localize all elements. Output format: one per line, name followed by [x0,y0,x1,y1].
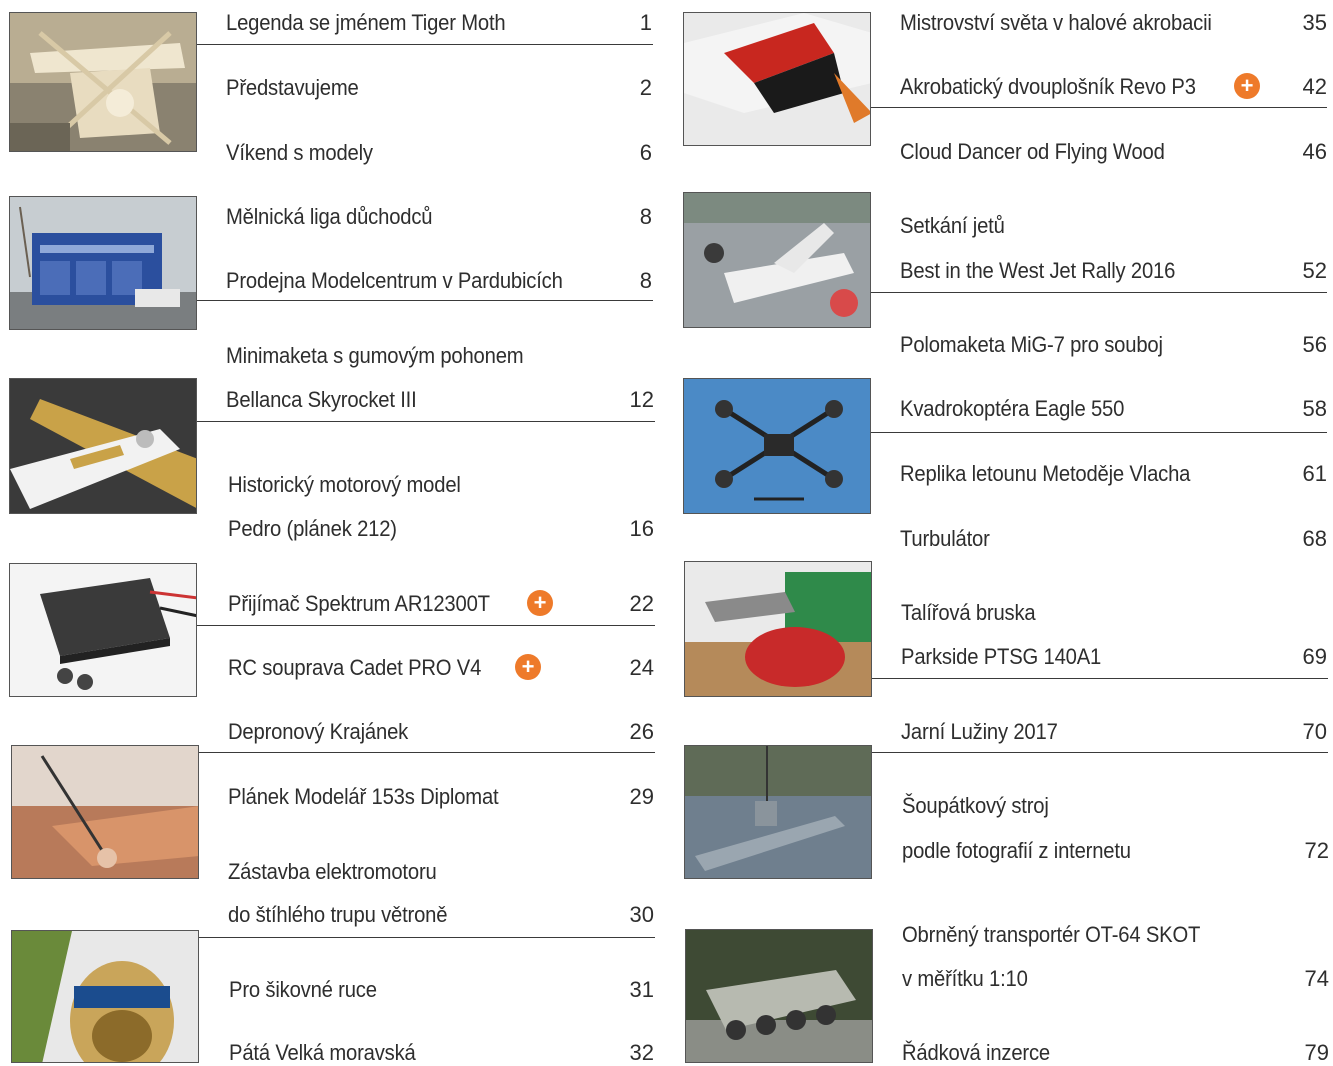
tiger-moth-photo [9,12,197,152]
toc-page-number: 31 [629,977,654,1002]
divider [197,625,655,626]
toc-entry-title[interactable]: Replika letounu Metoděje Vlacha [900,461,1190,487]
divider [872,752,1328,753]
toc-page-number: 26 [629,719,654,744]
toc-page-number: 16 [629,516,654,541]
submarine-model-photo [684,745,872,879]
toc-entry-title[interactable]: Kvadrokoptéra Eagle 550 [900,396,1124,422]
toc-entry-title[interactable]: Parkside PTSG 140A1 [901,644,1101,670]
toc-page-number: 12 [629,387,654,412]
toc-page-number: 42 [1302,74,1327,99]
toc-entry-title[interactable]: Polomaketa MiG-7 pro souboj [900,332,1163,358]
divider [199,752,655,753]
toc-page-number: 58 [1302,396,1327,421]
toc-entry-title[interactable]: Minimaketa s gumovým pohonem [226,343,524,369]
toc-entry-title[interactable]: Jarní Lužiny 2017 [901,719,1058,745]
toc-entry-title[interactable]: Depronový Krajánek [228,719,408,745]
toc-entry-title[interactable]: Víkend s modely [226,140,373,166]
toc-page-number: 32 [629,1040,654,1065]
toc-entry-title[interactable]: Představujeme [226,75,359,101]
bellanca-model-photo [9,378,197,514]
toc-entry-title[interactable]: v měřítku 1:10 [902,966,1028,992]
toc-page-number: 35 [1302,10,1327,35]
toc-entry-title[interactable]: Řádková inzerce [902,1040,1050,1066]
divider [199,937,655,938]
toc-entry-title[interactable]: Talířová bruska [901,600,1036,626]
quadcopter-photo [683,378,871,514]
toc-page-number: 24 [629,655,654,680]
spektrum-receiver-photo [9,563,197,697]
toc-entry-title[interactable]: Obrněný transportér OT-64 SKOT [902,922,1200,948]
electric-motor-photo [11,930,199,1063]
toc-entry-title[interactable]: do štíhlého trupu větroně [228,902,448,928]
ot64-skot-model-photo [685,929,873,1063]
toc-page-number: 68 [1302,526,1327,551]
toc-page-number: 61 [1302,461,1327,486]
toc-page-number: 6 [639,140,652,165]
toc-entry-title[interactable]: Plánek Modelář 153s Diplomat [228,784,499,810]
toc-entry-title[interactable]: Akrobatický dvouplošník Revo P3 [900,74,1196,100]
divider [871,107,1327,108]
toc-entry-title[interactable]: Pedro (plánek 212) [228,516,397,542]
angle-grinder-photo [684,561,872,697]
toc-page-number: 29 [629,784,654,809]
toc-entry-title[interactable]: Cloud Dancer od Flying Wood [900,139,1165,165]
toc-page-number: 8 [639,204,652,229]
toc-entry-title[interactable]: Pro šikovné ruce [229,977,377,1003]
plus-badge-icon: + [527,590,553,616]
toc-page-number: 69 [1302,644,1327,669]
divider [197,421,655,422]
toc-entry-title[interactable]: Mistrovství světa v halové akrobacii [900,10,1212,36]
modelcentrum-store-photo [9,196,197,330]
divider [872,678,1328,679]
toc-entry-title[interactable]: Historický motorový model [228,472,461,498]
toc-entry-title[interactable]: Bellanca Skyrocket III [226,387,417,413]
toc-entry-title[interactable]: RC souprava Cadet PRO V4 [228,655,481,681]
divider [871,432,1327,433]
toc-page-number: 52 [1302,258,1327,283]
toc-page-number: 30 [629,902,654,927]
acrobatic-plane-photo [683,12,871,146]
toc-page-number: 1 [639,10,652,35]
toc-page-number: 72 [1304,838,1329,863]
toc-entry-title[interactable]: Šoupátkový stroj [902,793,1049,819]
toc-entry-title[interactable]: Setkání jetů [900,213,1005,239]
toc-entry-title[interactable]: Legenda se jménem Tiger Moth [226,10,506,36]
divider [197,300,653,301]
toc-entry-title[interactable]: Přijímač Spektrum AR12300T [228,591,490,617]
toc-page-number: 79 [1304,1040,1329,1065]
toc-page-number: 70 [1302,719,1327,744]
toc-page-number: 22 [629,591,654,616]
toc-page-number: 74 [1304,966,1329,991]
toc-entry-title[interactable]: Pátá Velká moravská [229,1040,416,1066]
toc-entry-title[interactable]: podle fotografií z internetu [902,838,1131,864]
toc-page-number: 8 [639,268,652,293]
plus-badge-icon: + [1234,73,1260,99]
toc-entry-title[interactable]: Best in the West Jet Rally 2016 [900,258,1175,284]
toc-entry-title[interactable]: Mělnická liga důchodců [226,204,433,230]
divider [197,44,653,45]
toc-page-number: 2 [639,75,652,100]
divider [871,292,1327,293]
toc-page-number: 56 [1302,332,1327,357]
glider-fuselage-photo [11,745,199,879]
plus-badge-icon: + [515,654,541,680]
jet-rally-photo [683,192,871,328]
toc-entry-title[interactable]: Turbulátor [900,526,990,552]
toc-entry-title[interactable]: Prodejna Modelcentrum v Pardubicích [226,268,563,294]
toc-page-number: 46 [1302,139,1327,164]
toc-entry-title[interactable]: Zástavba elektromotoru [228,859,437,885]
